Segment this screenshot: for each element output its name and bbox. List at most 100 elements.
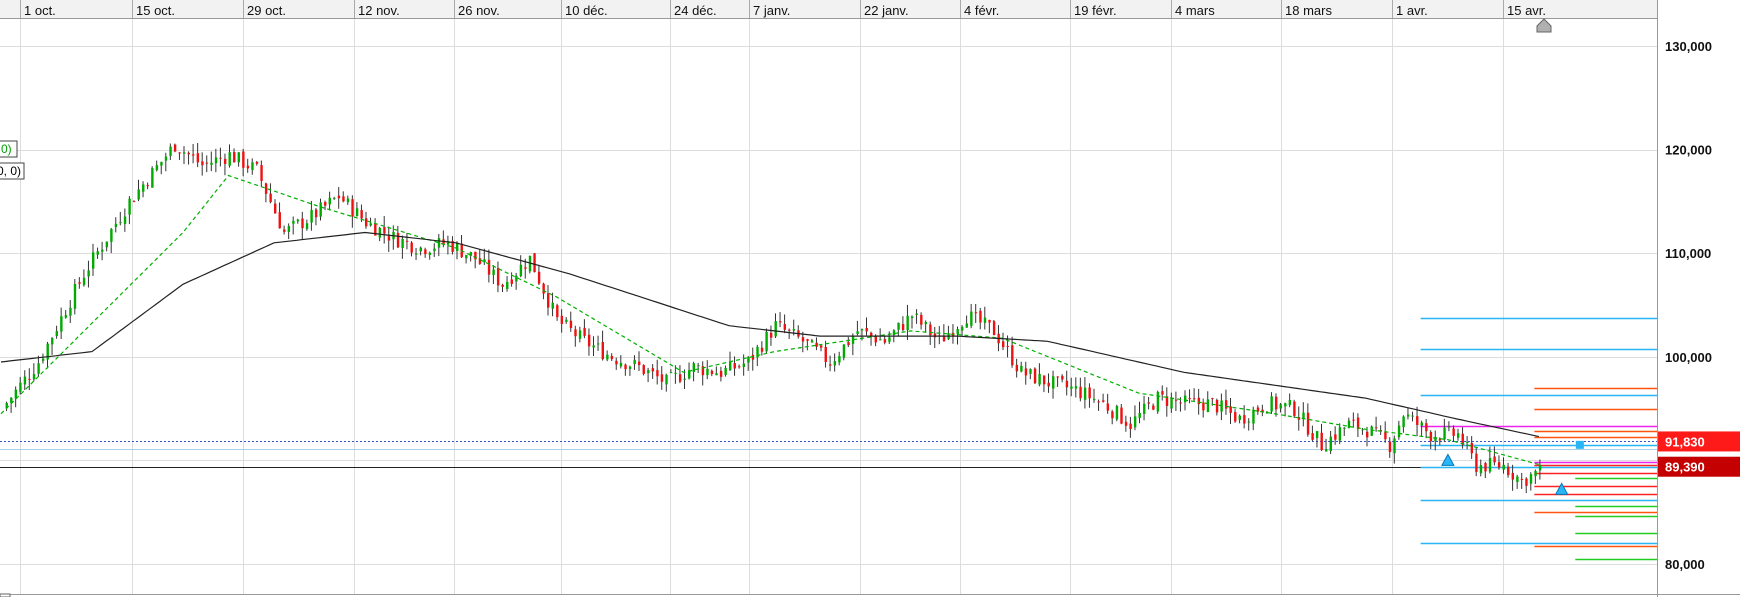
candle-down xyxy=(1243,415,1246,424)
candle-up xyxy=(355,208,359,217)
candle-down xyxy=(574,329,577,337)
candle-down xyxy=(410,242,413,253)
candle-up xyxy=(310,209,313,223)
candle-up xyxy=(1338,427,1342,441)
candle-down xyxy=(1006,345,1009,347)
candle-down xyxy=(1179,402,1182,404)
candle-down xyxy=(1334,434,1337,440)
candle-down xyxy=(1366,431,1369,438)
candle-up xyxy=(924,321,928,325)
candle-down xyxy=(820,345,823,348)
candle-up xyxy=(164,156,168,161)
candle-up xyxy=(419,247,422,252)
candle-up xyxy=(110,228,113,242)
candle-up xyxy=(565,319,568,322)
price-label-text: 89,390 xyxy=(1665,460,1705,475)
candle-up xyxy=(378,227,382,238)
candle-up xyxy=(860,329,864,331)
candle-up xyxy=(647,370,650,374)
candle-up xyxy=(1170,398,1173,409)
candle-down xyxy=(242,151,245,168)
time-tick-label: 18 mars xyxy=(1285,3,1332,18)
candle-up xyxy=(956,329,959,335)
candle-up xyxy=(23,376,27,385)
candle-up xyxy=(983,317,987,323)
candle-down xyxy=(1375,427,1378,429)
candle-down xyxy=(1497,462,1501,468)
time-tick-label: 15 oct. xyxy=(136,3,175,18)
candle-up xyxy=(1052,376,1055,389)
candle-up xyxy=(683,378,686,380)
candle-down xyxy=(396,232,400,248)
candle-down xyxy=(246,165,250,169)
candle-down xyxy=(360,210,363,219)
price-chart[interactable]: 1 oct. 15 oct. 29 oct. 12 nov. 26 nov. 10 déc… xyxy=(0,0,1740,597)
candle-up xyxy=(1238,415,1241,420)
candle-down xyxy=(1352,419,1355,421)
buy-signal-icon[interactable] xyxy=(1554,482,1569,495)
candle-down xyxy=(624,364,627,370)
candle-down xyxy=(524,267,527,269)
candle-down xyxy=(1202,402,1205,411)
candle-down xyxy=(1174,399,1178,401)
candle-up xyxy=(437,238,441,248)
candle-down xyxy=(1511,472,1514,480)
candle-up xyxy=(506,281,509,289)
candle-up xyxy=(123,216,127,224)
candle-up xyxy=(210,162,213,165)
candle-down xyxy=(1416,416,1419,425)
legend-green-text: 0) xyxy=(1,142,12,156)
candle-down xyxy=(1011,345,1014,366)
candle-down xyxy=(601,341,604,360)
candle-up xyxy=(1529,474,1533,484)
candle-up xyxy=(105,241,109,248)
candle-up xyxy=(961,326,964,331)
candle-down xyxy=(1024,368,1028,376)
candle-down xyxy=(337,195,341,199)
candle-down xyxy=(651,368,655,372)
candle-down xyxy=(1211,398,1214,400)
candle-down xyxy=(870,332,873,336)
candle-down xyxy=(1452,428,1455,436)
candle-down xyxy=(1102,400,1105,402)
candle-up xyxy=(369,223,372,226)
candle-up xyxy=(1074,386,1078,389)
candle-up xyxy=(1020,365,1023,372)
candle-up xyxy=(169,146,172,156)
candle-up xyxy=(692,363,695,372)
candle-up xyxy=(1516,476,1519,483)
candle-down xyxy=(1525,478,1528,486)
candle-up xyxy=(87,270,90,277)
candle-up xyxy=(151,168,154,188)
candle-up xyxy=(415,253,418,255)
candle-up xyxy=(492,269,495,276)
candle-up xyxy=(879,339,882,341)
indicator-legend-green[interactable]: 0) xyxy=(0,140,18,158)
time-tick-label: 15 avr. xyxy=(1507,3,1546,18)
buy-signal-icon[interactable] xyxy=(1441,453,1455,466)
candle-down xyxy=(301,218,304,229)
candle-down xyxy=(979,310,982,323)
candle-down xyxy=(424,249,427,255)
candle-down xyxy=(1120,407,1123,424)
candle-down xyxy=(132,201,136,203)
legend-black-text: 0, 0) xyxy=(0,164,21,178)
candle-up xyxy=(1466,441,1469,443)
candle-down xyxy=(769,332,773,338)
candle-down xyxy=(920,314,923,325)
candle-up xyxy=(842,344,846,358)
candle-up xyxy=(911,316,914,319)
home-marker-icon[interactable] xyxy=(1536,18,1552,33)
candle-down xyxy=(1188,398,1191,400)
time-tick-label: 19 févr. xyxy=(1074,3,1117,18)
candle-up xyxy=(897,322,900,330)
candle-up xyxy=(1447,426,1451,428)
candle-down xyxy=(656,370,659,377)
signal-square-icon[interactable] xyxy=(1575,440,1584,449)
candle-down xyxy=(365,218,368,227)
indicator-legend-black[interactable]: 0, 0) xyxy=(0,162,25,180)
grid-lines xyxy=(0,19,1657,594)
time-axis-ticks: 1 oct. 15 oct. 29 oct. 12 nov. 26 nov. 10 déc… xyxy=(20,0,1546,18)
candle-down xyxy=(710,370,714,375)
candle-up xyxy=(333,197,336,199)
